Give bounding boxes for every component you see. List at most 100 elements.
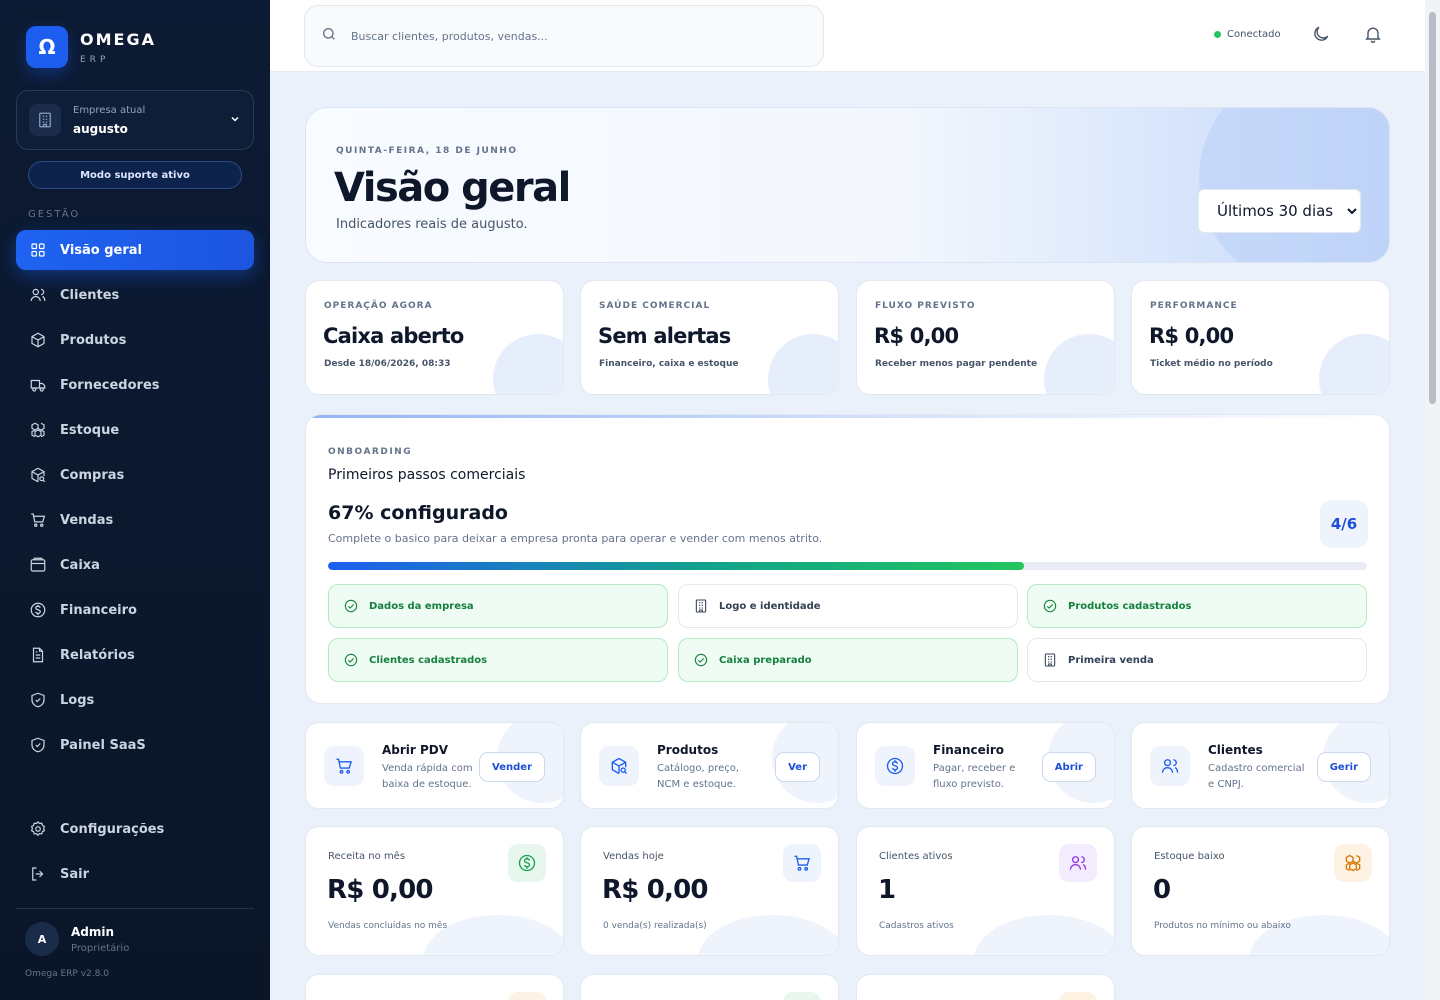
metric-card: Receita no mês R$ 0,00 Vendas concluídas n… bbox=[305, 826, 564, 956]
onboarding-description: Complete o basico para deixar a empresa … bbox=[328, 532, 823, 545]
onboarding-step-logo-e-identidade[interactable]: Logo e identidade bbox=[678, 584, 1018, 628]
metric-value: 1 bbox=[878, 875, 896, 905]
kpi-label: SAÚDE COMERCIAL bbox=[599, 301, 711, 311]
onboarding-accent bbox=[306, 415, 1389, 418]
brand[interactable]: Ω OMEGA ERP bbox=[26, 26, 156, 68]
onboarding-panel: ONBOARDING Primeiros passos comerciais 6… bbox=[305, 414, 1390, 704]
vender-button[interactable]: Vender bbox=[479, 752, 545, 782]
metric-note: Vendas concluídas no mês bbox=[328, 921, 448, 931]
sidebar-item-vendas[interactable]: Vendas bbox=[16, 500, 254, 540]
sidebar-item-estoque[interactable]: Estoque bbox=[16, 410, 254, 450]
user-name: Admin bbox=[71, 924, 115, 939]
abrir-button[interactable]: Abrir bbox=[1041, 752, 1096, 782]
kpi-note: Desde 18/06/2026, 08:33 bbox=[324, 359, 451, 369]
shortcut-description: Cadastro comercial e CNPJ. bbox=[1208, 763, 1305, 790]
metric-card: Estoque baixo 0 Produtos no mínimo ou abai… bbox=[1131, 826, 1390, 956]
metric-card-partial bbox=[305, 974, 564, 1000]
onboarding-progress-fill bbox=[328, 562, 1025, 570]
metric-note: Produtos no mínimo ou abaixo bbox=[1154, 921, 1291, 931]
omega-logo-icon: Ω bbox=[26, 26, 68, 68]
metric-note: Cadastros ativos bbox=[879, 921, 954, 931]
card-icon-badge bbox=[783, 992, 821, 1000]
card-icon-badge bbox=[508, 992, 546, 1000]
shortcut-title: Financeiro bbox=[933, 743, 1005, 757]
sidebar-item-clientes[interactable]: Clientes bbox=[16, 275, 254, 315]
scrollbar[interactable] bbox=[1425, 0, 1440, 1000]
users-icon bbox=[28, 285, 48, 305]
onboarding-step-clientes-cadastrados[interactable]: Clientes cadastrados bbox=[328, 638, 668, 682]
shortcut-card-clientes[interactable]: Clientes Cadastro comercial e CNPJ. Gerir bbox=[1131, 722, 1390, 809]
building-icon bbox=[693, 598, 709, 614]
onboarding-step-primeira-venda[interactable]: Primeira venda bbox=[1027, 638, 1367, 682]
shortcut-title: Abrir PDV bbox=[382, 743, 449, 757]
kpi-value: R$ 0,00 bbox=[874, 324, 959, 348]
card-icon-badge bbox=[1059, 992, 1097, 1000]
shortcut-card-abrir-pdv[interactable]: Abrir PDV Venda rápida com baixa de estoq… bbox=[305, 722, 564, 809]
sidebar-item-sair[interactable]: Sair bbox=[16, 854, 254, 894]
bell-icon[interactable] bbox=[1363, 24, 1385, 46]
sidebar-item-visao-geral[interactable]: Visão geral bbox=[16, 230, 254, 270]
page-subtitle: Indicadores reais de augusto. bbox=[336, 217, 528, 232]
sidebar-item-label: Configurações bbox=[60, 821, 165, 837]
search-input[interactable] bbox=[351, 29, 751, 43]
kpi-value: Sem alertas bbox=[598, 324, 731, 348]
onboarding-step-produtos-cadastrados[interactable]: Produtos cadastrados bbox=[1027, 584, 1367, 628]
kpi-card: OPERAÇÃO AGORA Caixa aberto Desde 18/06/20… bbox=[305, 280, 564, 395]
status-text: Conectado bbox=[1227, 29, 1281, 40]
sidebar-item-label: Visão geral bbox=[60, 242, 143, 258]
metric-card-partial bbox=[580, 974, 839, 1000]
kpi-label: PERFORMANCE bbox=[1150, 301, 1238, 311]
sidebar-item-fornecedores[interactable]: Fornecedores bbox=[16, 365, 254, 405]
ver-button[interactable]: Ver bbox=[775, 752, 820, 782]
onboarding-percent: 67% configurado bbox=[328, 502, 508, 524]
kpi-note: Ticket médio no período bbox=[1150, 359, 1273, 369]
period-select[interactable]: Últimos 30 dias bbox=[1198, 189, 1361, 233]
sidebar-item-caixa[interactable]: Caixa bbox=[16, 545, 254, 585]
metric-card: Vendas hoje R$ 0,00 0 venda(s) realizada(s… bbox=[580, 826, 839, 956]
hero-date: QUINTA-FEIRA, 18 DE JUNHO bbox=[336, 146, 518, 156]
sidebar-item-label: Compras bbox=[60, 467, 125, 483]
onboarding-step-label: Dados da empresa bbox=[369, 600, 474, 612]
onboarding-step-dados-da-empresa[interactable]: Dados da empresa bbox=[328, 584, 668, 628]
moon-icon[interactable] bbox=[1311, 24, 1333, 46]
onboarding-step-caixa-preparado[interactable]: Caixa preparado bbox=[678, 638, 1018, 682]
metric-label: Clientes ativos bbox=[879, 851, 953, 862]
check-circle-icon bbox=[693, 652, 709, 668]
package-search-icon bbox=[599, 746, 639, 786]
company-label: Empresa atual bbox=[73, 104, 146, 116]
hero-decoration bbox=[1199, 108, 1389, 262]
building-icon bbox=[1042, 652, 1058, 668]
shortcut-title: Produtos bbox=[657, 743, 719, 757]
kpi-card: FLUXO PREVISTO R$ 0,00 Receber menos pagar… bbox=[856, 280, 1115, 395]
sidebar-item-painel-saas[interactable]: Painel SaaS bbox=[16, 725, 254, 765]
user-profile[interactable]: A Admin Proprietário bbox=[25, 922, 129, 956]
sidebar-item-relatorios[interactable]: Relatórios bbox=[16, 635, 254, 675]
kpi-label: FLUXO PREVISTO bbox=[875, 301, 976, 311]
sidebar-item-compras[interactable]: Compras bbox=[16, 455, 254, 495]
connection-status: Conectado bbox=[1214, 29, 1281, 40]
kpi-note: Receber menos pagar pendente bbox=[875, 359, 1038, 369]
onboarding-step-label: Primeira venda bbox=[1068, 654, 1154, 666]
onboarding-step-label: Logo e identidade bbox=[719, 600, 821, 612]
kpi-card: PERFORMANCE R$ 0,00 Ticket médio no períod… bbox=[1131, 280, 1390, 395]
scrollbar-thumb[interactable] bbox=[1429, 12, 1436, 404]
settings-icon bbox=[28, 819, 48, 839]
sidebar-item-configuracoes[interactable]: Configurações bbox=[16, 809, 254, 849]
company-selector[interactable]: Empresa atual augusto bbox=[16, 90, 254, 150]
shortcut-card-produtos[interactable]: Produtos Catálogo, preço, NCM e estoque. V… bbox=[580, 722, 839, 809]
sidebar-item-label: Clientes bbox=[60, 287, 120, 303]
support-mode-badge[interactable]: Modo suporte ativo bbox=[28, 161, 242, 189]
brand-sub: ERP bbox=[80, 54, 110, 65]
sidebar-item-label: Painel SaaS bbox=[60, 737, 146, 753]
sidebar-item-label: Logs bbox=[60, 692, 95, 708]
sidebar-item-label: Sair bbox=[60, 866, 90, 882]
dollar-circle-icon bbox=[875, 746, 915, 786]
sidebar-item-financeiro[interactable]: Financeiro bbox=[16, 590, 254, 630]
metric-note: 0 venda(s) realizada(s) bbox=[603, 921, 707, 931]
gerir-button[interactable]: Gerir bbox=[1316, 752, 1371, 782]
search-box[interactable] bbox=[304, 5, 824, 67]
divider bbox=[16, 908, 254, 909]
sidebar-item-logs[interactable]: Logs bbox=[16, 680, 254, 720]
sidebar-item-produtos[interactable]: Produtos bbox=[16, 320, 254, 360]
shortcut-card-financeiro[interactable]: Financeiro Pagar, receber e fluxo previst… bbox=[856, 722, 1115, 809]
